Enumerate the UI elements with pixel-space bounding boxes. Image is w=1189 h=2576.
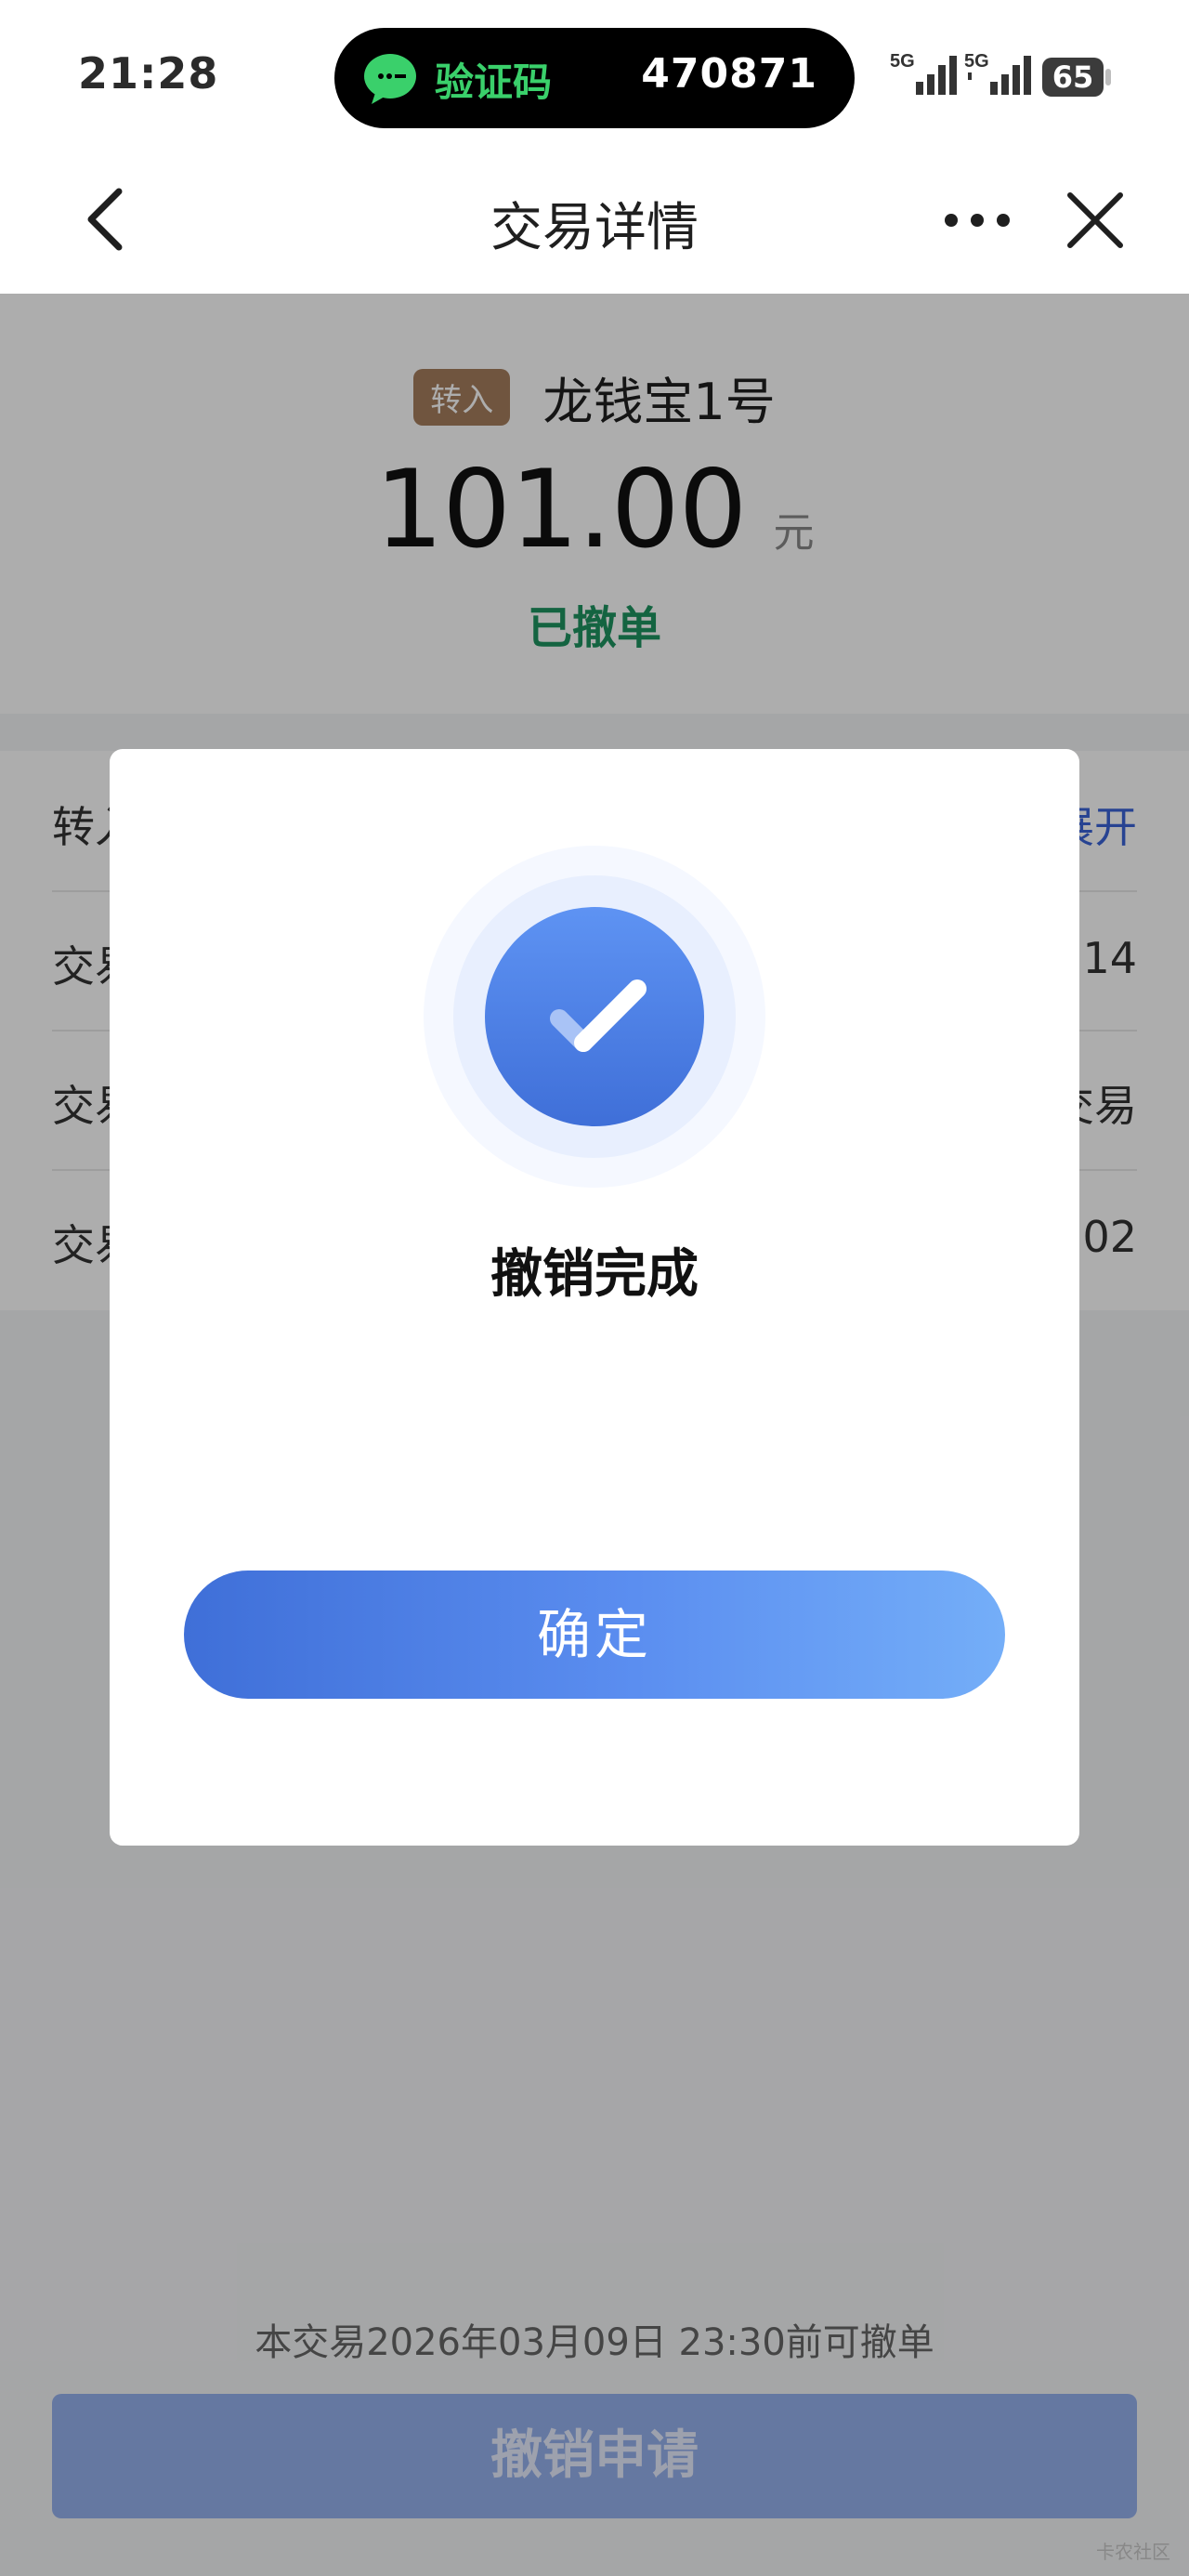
notification-app-name: 验证码 — [435, 59, 553, 105]
dialog-title: 撤销完成 — [490, 1244, 699, 1305]
svg-text:5G: 5G — [964, 51, 989, 72]
more-dots-icon[interactable] — [942, 197, 1013, 243]
notification-code: 470871 — [641, 50, 817, 98]
status-time: 21:28 — [78, 48, 219, 99]
svg-text:5G: 5G — [890, 51, 915, 72]
close-icon[interactable] — [1065, 190, 1126, 251]
confirm-button[interactable]: 确定 — [184, 1571, 1005, 1699]
battery-level: 65 — [1052, 59, 1094, 95]
nav-bar: 交易详情 — [0, 149, 1189, 294]
success-dialog: 撤销完成 确定 — [110, 749, 1079, 1846]
signal-5g-icon: 5G — [890, 51, 957, 95]
check-circle-icon — [424, 846, 765, 1188]
signal-5g-icon: 5G — [964, 51, 1031, 95]
status-bar: 21:28 验证码 470871 5G 5G 65 — [0, 0, 1189, 149]
chat-bubble-icon — [364, 54, 416, 104]
watermark: 卡农社区 — [1096, 2541, 1170, 2563]
notification-island[interactable]: 验证码 470871 — [334, 28, 855, 128]
